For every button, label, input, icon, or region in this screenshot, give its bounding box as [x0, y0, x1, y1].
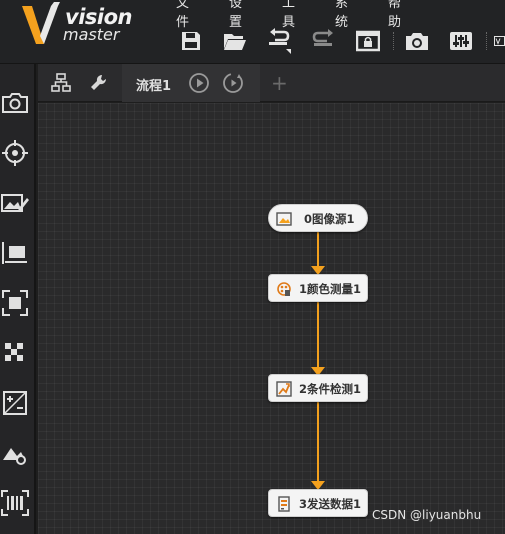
node-label: 3发送数据1: [299, 497, 362, 511]
vision-logo-icon: [22, 2, 60, 44]
loop-run-icon: [223, 73, 243, 93]
image-edit-icon: [1, 194, 29, 212]
camera-icon: [406, 33, 428, 50]
toolbar-separator: [393, 32, 394, 50]
toolbar-separator: [486, 32, 487, 50]
open-button[interactable]: [222, 28, 248, 54]
flow-node-color-measure[interactable]: 1颜色测量1: [268, 274, 368, 302]
node-label: 2条件检测1: [299, 382, 362, 396]
save-icon: [182, 32, 200, 50]
tab-flow-label: 流程1: [136, 79, 172, 94]
menu-file[interactable]: 文件: [176, 0, 189, 30]
undo-icon: [269, 28, 291, 54]
process-tree-button[interactable]: [50, 72, 72, 94]
tool-sidebar: [0, 64, 36, 534]
controller-settings-icon: [450, 32, 472, 50]
logo-text-master: master: [63, 25, 120, 44]
add-flow-tab-button[interactable]: +: [271, 71, 288, 95]
run-loop-button[interactable]: [222, 72, 244, 94]
image-source-icon: [276, 212, 292, 226]
tool-collect-button[interactable]: [0, 88, 30, 118]
condition-check-icon: [276, 381, 292, 397]
redo-icon: [312, 29, 333, 46]
lock-window-icon: [356, 30, 380, 52]
tool-measure-button[interactable]: [0, 238, 30, 268]
tool-image-edit-button[interactable]: [0, 188, 30, 218]
wrench-icon: [91, 74, 107, 90]
measure-icon: [2, 242, 27, 264]
play-icon: [189, 73, 209, 93]
menu-help[interactable]: 帮助: [388, 0, 401, 30]
run-once-button[interactable]: [188, 72, 210, 94]
flow-connector: [317, 302, 319, 370]
menu-tools[interactable]: 工具: [282, 0, 295, 30]
flow-canvas[interactable]: [38, 103, 505, 534]
node-label: 0图像源1: [304, 212, 355, 226]
color-measure-icon: [277, 282, 291, 296]
checker-icon: [5, 343, 23, 361]
flow-node-condition-check[interactable]: 2条件检测1: [268, 374, 368, 402]
camera-icon: [2, 93, 28, 113]
variable-icon: [494, 36, 505, 46]
flow-node-image-source[interactable]: 0图像源1: [268, 204, 368, 232]
flow-connector: [317, 402, 319, 484]
tool-image-settings-button[interactable]: [0, 438, 30, 468]
flow-node-send-data[interactable]: 3发送数据1: [268, 489, 368, 517]
open-folder-icon: [224, 34, 246, 50]
variable-button[interactable]: [494, 28, 505, 54]
tool-settings-button[interactable]: [88, 72, 110, 94]
send-data-icon: [278, 496, 290, 512]
roi-icon: [2, 290, 28, 316]
barcode-icon: [1, 490, 29, 516]
node-label: 1颜色测量1: [299, 282, 362, 296]
redo-button[interactable]: [311, 28, 337, 54]
watermark-text: CSDN @liyuanbhu: [372, 508, 482, 522]
undo-button[interactable]: [266, 28, 292, 54]
controller-settings-button[interactable]: [448, 28, 474, 54]
save-button[interactable]: [178, 28, 204, 54]
app-logo: vision master: [18, 0, 158, 60]
tool-calculate-button[interactable]: [0, 388, 30, 418]
lock-window-button[interactable]: [355, 28, 381, 54]
tab-flow-1[interactable]: 流程1: [122, 64, 260, 102]
flow-connector: [317, 231, 319, 269]
flow-tab-bar: 流程1 +: [38, 64, 505, 102]
calculate-icon: [3, 391, 27, 415]
target-locate-icon: [2, 140, 28, 166]
camera-button[interactable]: [404, 28, 430, 54]
menu-settings[interactable]: 设置: [229, 0, 242, 30]
tool-roi-button[interactable]: [0, 288, 30, 318]
tool-checker-button[interactable]: [0, 338, 30, 368]
tool-locate-button[interactable]: [0, 138, 30, 168]
hierarchy-icon: [51, 73, 71, 92]
image-settings-icon: [3, 448, 26, 465]
top-bar: vision master 文件 设置 工具 系统 帮助: [0, 0, 505, 64]
menu-system[interactable]: 系统: [335, 0, 348, 30]
tool-recognize-button[interactable]: [0, 488, 30, 518]
